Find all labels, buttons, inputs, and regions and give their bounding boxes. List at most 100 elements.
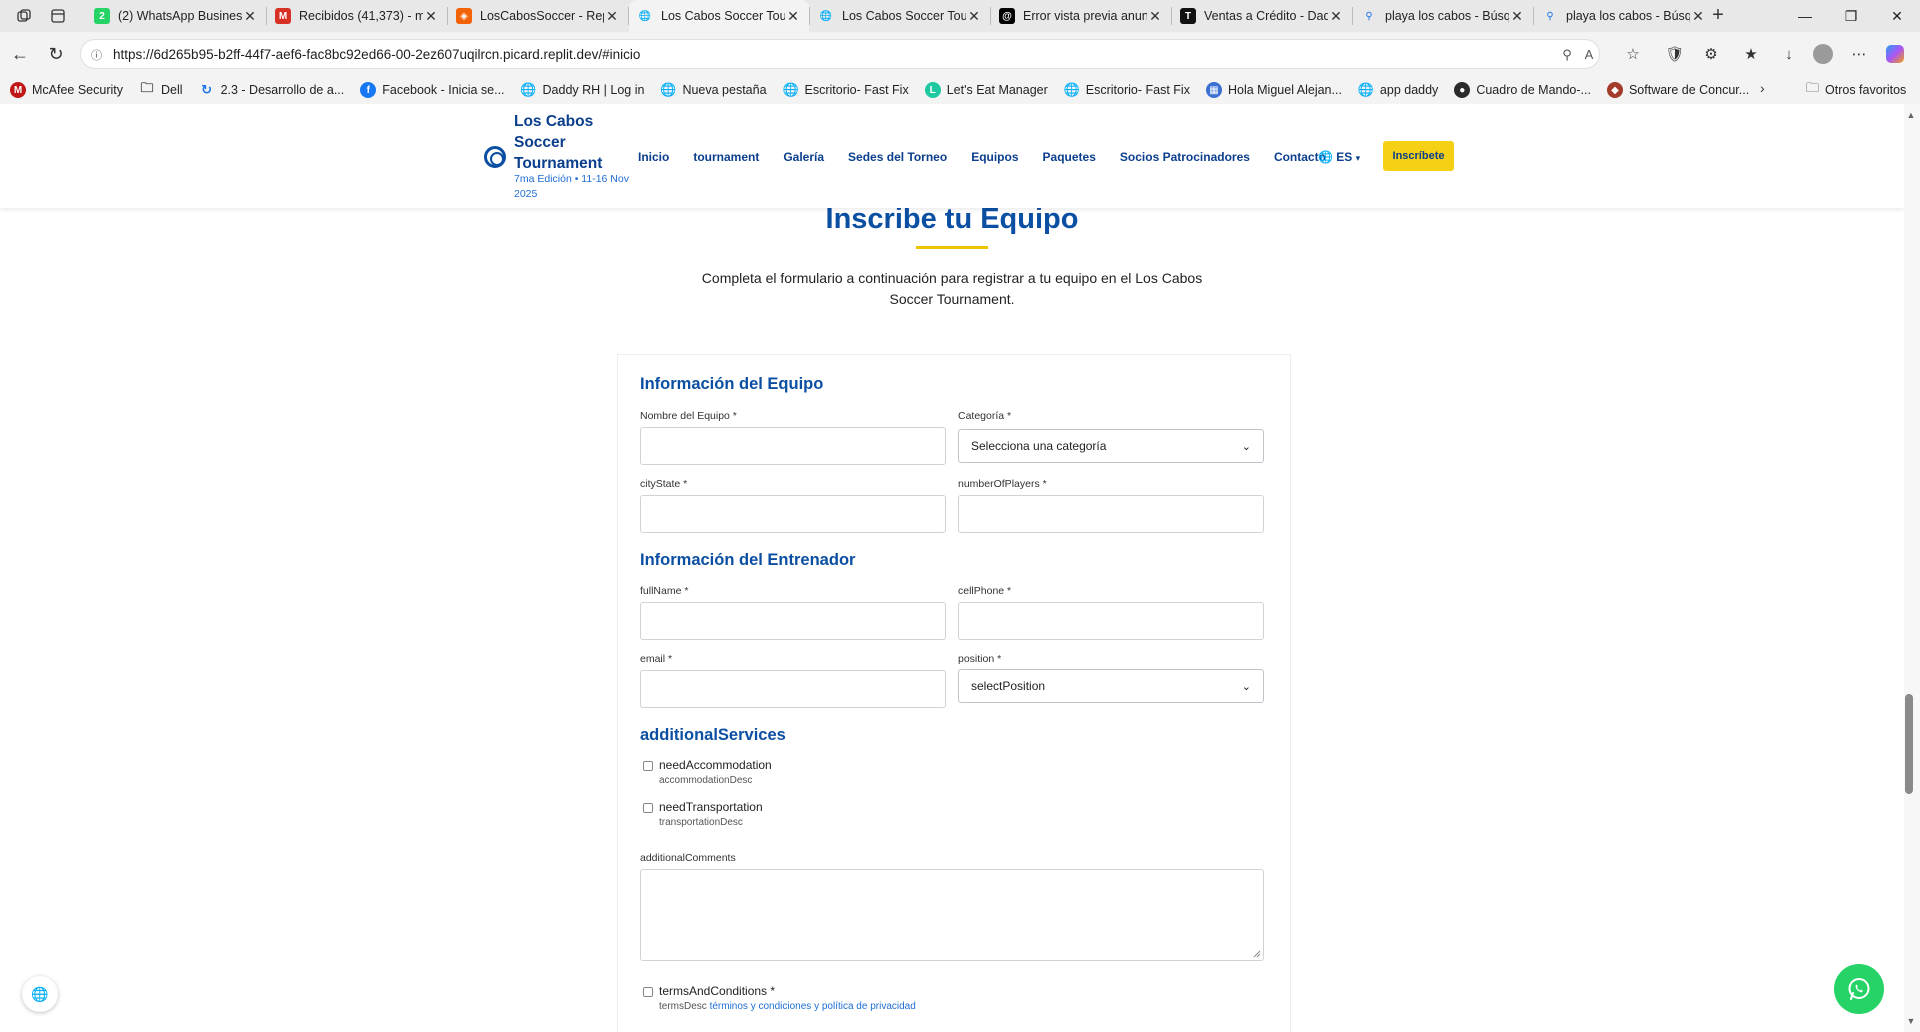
bookmarks-overflow-icon[interactable]: › — [1760, 80, 1765, 96]
new-tab-button[interactable]: + — [1706, 4, 1730, 28]
email-label: email * — [640, 653, 673, 665]
close-tab-icon[interactable]: ✕ — [1509, 8, 1525, 25]
transportation-label[interactable]: needTransportation — [659, 800, 763, 814]
nav-item[interactable]: Paquetes — [1043, 150, 1096, 164]
bookmark-item[interactable]: 🌐 app daddy — [1358, 82, 1438, 98]
profile-avatar[interactable] — [1812, 43, 1834, 65]
tab-actions-icon[interactable] — [48, 6, 68, 26]
bookmark-label: Daddy RH | Log in — [542, 83, 645, 97]
fullname-input[interactable] — [640, 602, 946, 640]
email-input[interactable] — [640, 670, 946, 708]
globe-icon: 🌐 — [782, 82, 799, 97]
services-section-title: additionalServices — [640, 726, 786, 744]
resize-handle-icon[interactable] — [1253, 950, 1261, 958]
terms-label[interactable]: termsAndConditions * — [659, 984, 775, 998]
nav-item[interactable]: Inicio — [638, 150, 669, 164]
language-fab[interactable]: 🌐 — [22, 976, 58, 1012]
bookmark-item[interactable]: ● Cuadro de Mando-... — [1454, 82, 1591, 98]
logo-icon[interactable] — [484, 146, 506, 168]
zoom-icon[interactable]: ⚲ — [1559, 47, 1575, 63]
nav-item[interactable]: Sedes del Torneo — [848, 150, 947, 164]
category-select[interactable]: Selecciona una categoría ⌄ — [958, 429, 1264, 463]
terms-link[interactable]: términos y condiciones y política de pri… — [710, 1001, 916, 1012]
city-input[interactable] — [640, 495, 946, 533]
read-aloud-icon[interactable]: A — [1581, 47, 1597, 63]
accommodation-label[interactable]: needAccommodation — [659, 758, 772, 772]
address-row: ← ↻ ⓘ https://6d265b95-b2ff-44f7-aef6-fa… — [0, 32, 1920, 76]
downloads-icon[interactable]: ↓ — [1778, 43, 1800, 65]
favorite-star-icon[interactable]: ☆ — [1622, 43, 1644, 65]
more-menu-icon[interactable]: ⋯ — [1848, 43, 1870, 65]
extensions-icon[interactable]: ⚙ — [1700, 43, 1722, 65]
url-text[interactable]: https://6d265b95-b2ff-44f7-aef6-fac8bc92… — [113, 47, 640, 62]
brand-name[interactable]: Los Cabos Soccer Tournament — [514, 111, 624, 174]
nav-item[interactable]: tournament — [693, 150, 759, 164]
close-tab-icon[interactable]: ✕ — [423, 8, 439, 25]
bookmark-item[interactable]: 🌐 Nueva pestaña — [660, 82, 766, 98]
browser-tab[interactable]: 2 (2) WhatsApp Business ✕ — [86, 0, 266, 32]
tab-title: Ventas a Crédito - Dad — [1204, 9, 1328, 23]
whatsapp-button[interactable] — [1834, 964, 1884, 1014]
browser-tab[interactable]: ◈ LosCabosSoccer - Repl ✕ — [448, 0, 628, 32]
search-icon: ⚲ — [1365, 10, 1373, 22]
page-scrollbar[interactable] — [1904, 104, 1920, 1032]
close-tab-icon[interactable]: ✕ — [966, 8, 982, 25]
back-button[interactable]: ← — [8, 42, 32, 66]
browser-tab[interactable]: 🌐 Los Cabos Soccer Tour ✕ — [810, 0, 990, 32]
bookmark-item[interactable]: 🌐 Escritorio- Fast Fix — [782, 82, 908, 98]
close-tab-icon[interactable]: ✕ — [1147, 8, 1163, 25]
transportation-checkbox[interactable] — [643, 803, 653, 813]
players-input[interactable] — [958, 495, 1264, 533]
tab-title: Los Cabos Soccer Tour — [842, 9, 966, 23]
scroll-up-icon[interactable]: ▲ — [1906, 110, 1916, 120]
bookmark-item[interactable]: f Facebook - Inicia se... — [360, 82, 505, 98]
nav-item[interactable]: Galería — [783, 150, 824, 164]
team-name-input[interactable] — [640, 427, 946, 465]
browser-essentials-icon[interactable]: 🛡 — [1664, 43, 1686, 65]
bookmark-item[interactable]: ▦ Hola Miguel Alejan... — [1205, 82, 1342, 98]
site-header: Los Cabos Soccer Tournament 7ma Edición … — [0, 104, 1904, 208]
favorites-icon[interactable]: ★ — [1740, 43, 1762, 65]
reload-button[interactable]: ↻ — [44, 42, 68, 66]
browser-tab[interactable]: 🌐 Los Cabos Soccer Tour ✕ — [629, 0, 809, 32]
tab-title: Error vista previa anun — [1023, 9, 1147, 23]
close-tab-icon[interactable]: ✕ — [1328, 8, 1344, 25]
close-tab-icon[interactable]: ✕ — [604, 8, 620, 25]
accommodation-checkbox[interactable] — [643, 761, 653, 771]
minimize-button[interactable]: — — [1782, 0, 1828, 32]
bookmark-item[interactable]: 🗀 Dell — [139, 80, 183, 98]
register-cta-button[interactable]: Inscríbete — [1383, 141, 1454, 171]
language-selector[interactable]: 🌐 ES ▾ — [1318, 150, 1360, 164]
bookmark-item[interactable]: ◆ Software de Concur... — [1606, 82, 1749, 98]
bookmark-item[interactable]: L Let's Eat Manager — [924, 82, 1048, 98]
close-tab-icon[interactable]: ✕ — [242, 8, 258, 25]
browser-tab[interactable]: T Ventas a Crédito - Dad ✕ — [1172, 0, 1352, 32]
browser-tab[interactable]: @ Error vista previa anun ✕ — [991, 0, 1171, 32]
bookmark-item[interactable]: ↻ 2.3 - Desarrollo de a... — [199, 82, 344, 98]
nav-item[interactable]: Equipos — [971, 150, 1018, 164]
terms-checkbox[interactable] — [643, 987, 653, 997]
browser-tab[interactable]: ⚲ playa los cabos - Búsq ✕ — [1534, 0, 1714, 32]
position-select[interactable]: selectPosition ⌄ — [958, 669, 1264, 703]
close-window-button[interactable]: ✕ — [1874, 0, 1920, 32]
address-bar[interactable]: ⓘ https://6d265b95-b2ff-44f7-aef6-fac8bc… — [80, 39, 1600, 69]
restore-button[interactable]: ❐ — [1828, 0, 1874, 32]
tab-title: (2) WhatsApp Business — [118, 9, 242, 23]
scroll-down-icon[interactable]: ▼ — [1906, 1016, 1916, 1026]
other-favorites[interactable]: 🗀 Otros favoritos — [1806, 76, 1906, 104]
browser-tab[interactable]: ⚲ playa los cabos - Búsq ✕ — [1353, 0, 1533, 32]
nav-item[interactable]: Socios Patrocinadores — [1120, 150, 1250, 164]
comments-textarea[interactable] — [640, 869, 1264, 961]
site-info-icon[interactable]: ⓘ — [91, 47, 105, 62]
cellphone-input[interactable] — [958, 602, 1264, 640]
browser-tab[interactable]: M Recibidos (41,373) - m ✕ — [267, 0, 447, 32]
close-tab-icon[interactable]: ✕ — [1690, 8, 1706, 25]
bookmark-item[interactable]: 🌐 Escritorio- Fast Fix — [1064, 82, 1190, 98]
close-tab-icon[interactable]: ✕ — [785, 8, 801, 25]
copilot-icon[interactable] — [1884, 43, 1906, 65]
scrollbar-thumb[interactable] — [1905, 694, 1913, 794]
transportation-desc: transportationDesc — [659, 817, 743, 828]
workspaces-icon[interactable] — [14, 6, 34, 26]
bookmark-item[interactable]: 🌐 Daddy RH | Log in — [520, 82, 645, 98]
bookmark-item[interactable]: M McAfee Security — [10, 82, 123, 98]
